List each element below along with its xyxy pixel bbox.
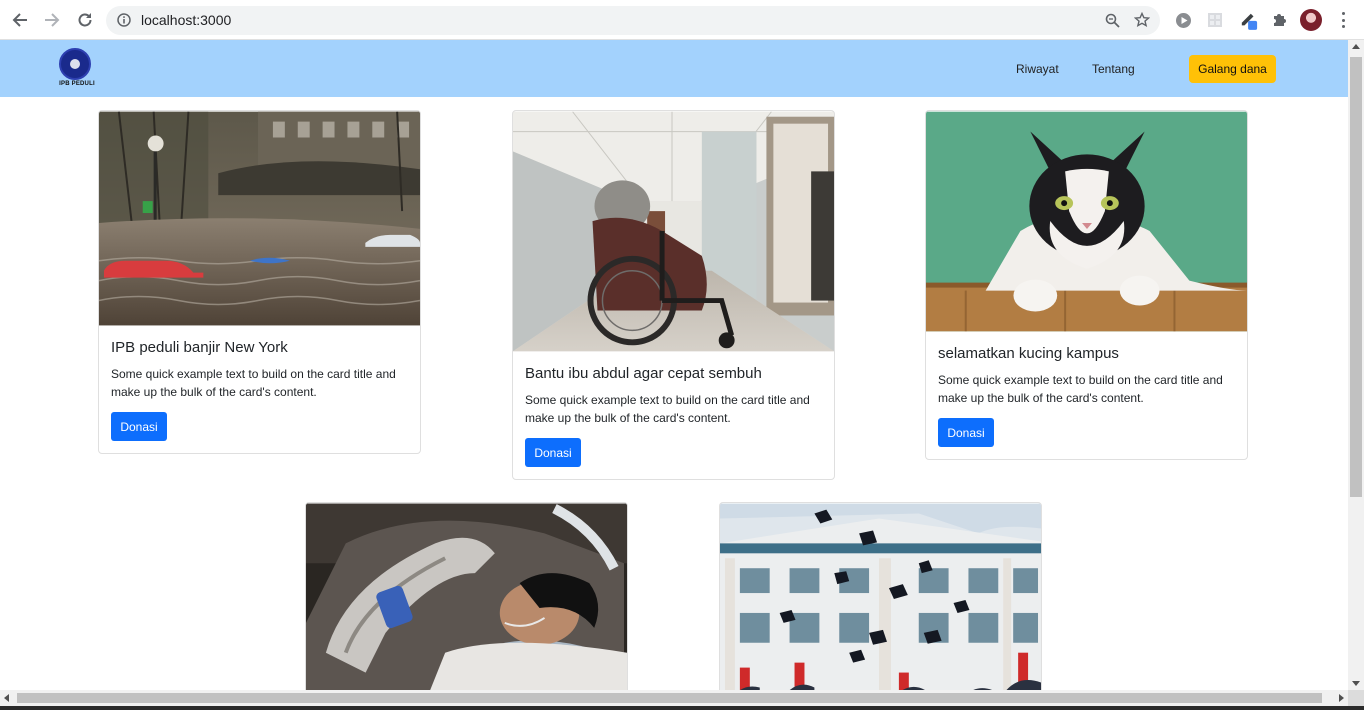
reload-icon[interactable] [75,10,95,30]
puzzle-extensions-icon[interactable] [1270,11,1288,29]
donasi-button[interactable]: Donasi [938,418,994,447]
window-bottom-edge [0,706,1364,710]
horizontal-scrollbar[interactable] [0,690,1348,706]
card-title: selamatkan kucing kampus [938,345,1119,362]
graduation-photo [720,503,1041,690]
galang-dana-button[interactable]: Galang dana [1189,55,1276,83]
donasi-button[interactable]: Donasi [111,412,167,441]
site-navbar: IPB PEDULI Riwayat Tentang Galang dana [0,40,1348,97]
horizontal-scroll-thumb[interactable] [17,693,1322,703]
menu-kebab-icon[interactable] [1338,12,1348,28]
card-text: Some quick example text to build on the … [525,393,810,425]
scroll-down-arrow-icon[interactable] [1352,681,1360,686]
scroll-right-arrow-icon[interactable] [1339,694,1344,702]
extension-grid-icon[interactable] [1206,11,1224,29]
ipb-logo[interactable]: IPB PEDULI [55,48,99,90]
scroll-up-arrow-icon[interactable] [1352,44,1360,49]
hospital-patient-photo [306,503,627,690]
wheelchair-photo [513,111,834,352]
profile-avatar[interactable] [1300,9,1322,31]
ipb-seal-icon [59,48,91,80]
campaign-card [719,502,1042,690]
card-title: Bantu ibu abdul agar cepat sembuh [525,365,762,382]
scroll-left-arrow-icon[interactable] [4,694,9,702]
donasi-button[interactable]: Donasi [525,438,581,467]
campaign-card: IPB peduli banjir New York Some quick ex… [98,110,421,454]
back-icon[interactable] [10,10,30,30]
media-icon[interactable] [1174,11,1192,29]
flood-photo [99,111,420,326]
campaign-card [305,502,628,690]
zoom-icon[interactable] [1105,13,1120,33]
card-text: Some quick example text to build on the … [111,367,396,399]
vertical-scrollbar[interactable] [1348,40,1364,690]
campaign-card: Bantu ibu abdul agar cepat sembuh Some q… [512,110,835,480]
nav-link-tentang[interactable]: Tentang [1092,62,1135,76]
cat-photo [926,111,1247,332]
forward-icon[interactable] [42,10,62,30]
brand-text: IPB PEDULI [59,81,95,87]
address-url[interactable]: localhost:3000 [141,12,231,28]
card-title: IPB peduli banjir New York [111,339,288,356]
campaign-card: selamatkan kucing kampus Some quick exam… [925,110,1248,460]
pen-extension-icon[interactable] [1240,11,1258,30]
info-icon[interactable] [117,13,131,32]
vertical-scroll-thumb[interactable] [1350,57,1362,497]
nav-link-riwayat[interactable]: Riwayat [1016,62,1059,76]
page-viewport: IPB PEDULI Riwayat Tentang Galang dana I… [0,40,1348,690]
browser-toolbar: localhost:3000 [0,0,1364,40]
bookmark-star-icon[interactable] [1133,11,1151,33]
address-bar[interactable]: localhost:3000 [106,6,1160,35]
card-text: Some quick example text to build on the … [938,373,1223,405]
scrollbar-corner [1348,690,1364,706]
